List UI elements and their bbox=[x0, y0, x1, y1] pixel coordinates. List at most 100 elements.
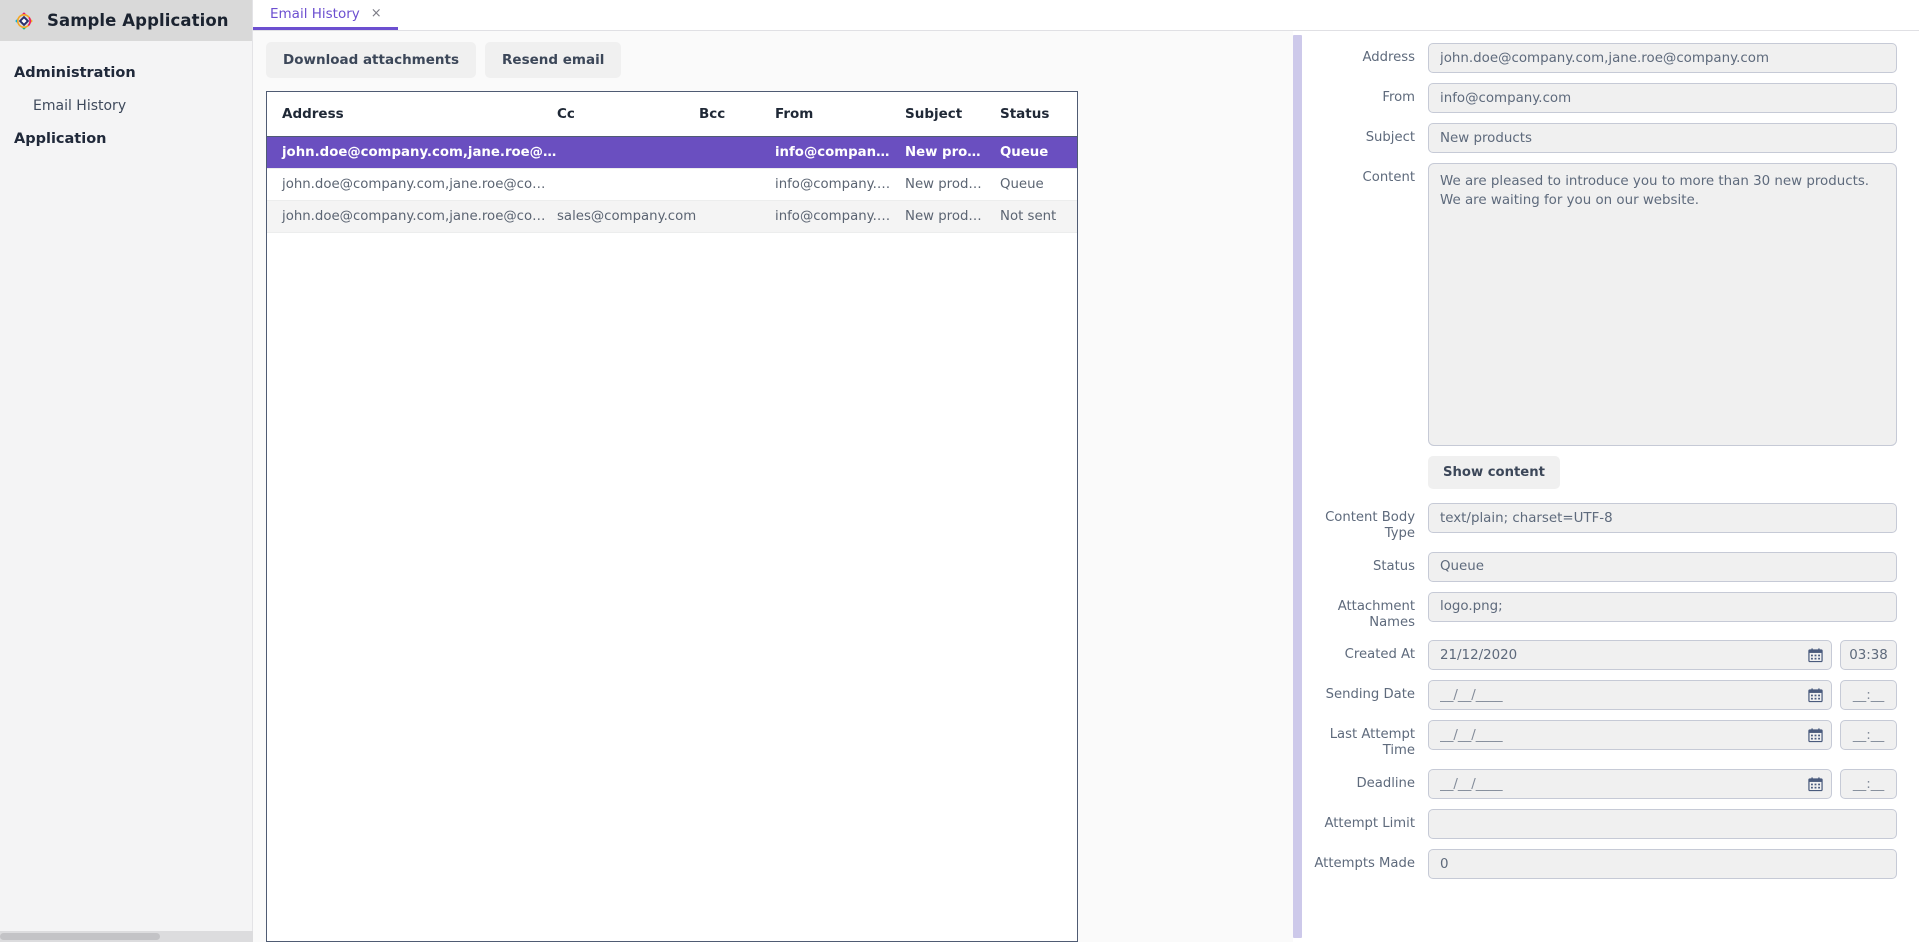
cell-from: info@company.com bbox=[739, 169, 894, 201]
field-row-attachment-names: Attachment Names bbox=[1314, 592, 1897, 631]
pane-splitter[interactable] bbox=[1293, 31, 1302, 942]
splitter-handle[interactable] bbox=[1293, 35, 1302, 938]
table-header-row: Address Cc Bcc From Subject Status bbox=[267, 92, 1078, 137]
show-content-button[interactable]: Show content bbox=[1428, 456, 1560, 489]
attachment-names-input[interactable] bbox=[1428, 592, 1897, 622]
label-created-at: Created At bbox=[1314, 640, 1428, 663]
status-input[interactable] bbox=[1428, 552, 1897, 582]
label-attempt-limit: Attempt Limit bbox=[1314, 809, 1428, 832]
field-row-subject: Subject bbox=[1314, 123, 1897, 153]
diamond-logo-icon bbox=[13, 10, 35, 32]
from-input[interactable] bbox=[1428, 83, 1897, 113]
sidebar-nav: Administration Email History Application bbox=[0, 41, 252, 942]
field-row-address: Address bbox=[1314, 43, 1897, 73]
sending-date-wrapper bbox=[1428, 680, 1832, 710]
table-row[interactable]: john.doe@company.com,jane.roe@company.co… bbox=[267, 137, 1078, 169]
tab-label: Email History bbox=[270, 6, 360, 22]
table-row[interactable]: john.doe@company.com,jane.roe@company.co… bbox=[267, 201, 1078, 233]
label-address: Address bbox=[1314, 43, 1428, 66]
calendar-icon[interactable] bbox=[1808, 688, 1823, 703]
field-row-show-content: Show content bbox=[1314, 456, 1897, 489]
cell-status: Queue bbox=[989, 169, 1078, 201]
calendar-icon[interactable] bbox=[1808, 777, 1823, 792]
label-status: Status bbox=[1314, 552, 1428, 575]
label-content-body-type: Content Body Type bbox=[1314, 503, 1428, 542]
main-area: Email History × Download attachments Res… bbox=[253, 0, 1919, 942]
label-deadline: Deadline bbox=[1314, 769, 1428, 792]
last-attempt-date-input[interactable] bbox=[1428, 720, 1832, 750]
sidebar-item-email-history[interactable]: Email History bbox=[0, 89, 252, 123]
label-from: From bbox=[1314, 83, 1428, 106]
label-attempts-made: Attempts Made bbox=[1314, 849, 1428, 872]
sidebar-horizontal-scrollbar[interactable] bbox=[0, 931, 253, 942]
cell-cc: sales@company.com bbox=[557, 201, 699, 233]
application-window: Sample Application Administration Email … bbox=[0, 0, 1919, 942]
sending-time-input[interactable] bbox=[1840, 680, 1897, 710]
deadline-date-input[interactable] bbox=[1428, 769, 1832, 799]
attempt-limit-input[interactable] bbox=[1428, 809, 1897, 839]
sidebar: Sample Application Administration Email … bbox=[0, 0, 253, 942]
field-row-content-body-type: Content Body Type bbox=[1314, 503, 1897, 542]
last-attempt-date-wrapper bbox=[1428, 720, 1832, 750]
table-empty-space bbox=[267, 233, 1077, 941]
cell-from: info@company.com bbox=[739, 137, 894, 169]
field-row-attempt-limit: Attempt Limit bbox=[1314, 809, 1897, 839]
table-body: john.doe@company.com,jane.roe@company.co… bbox=[267, 137, 1078, 233]
label-subject: Subject bbox=[1314, 123, 1428, 146]
sidebar-group-administration[interactable]: Administration bbox=[0, 57, 252, 89]
brand-header: Sample Application bbox=[0, 0, 252, 41]
cell-bcc bbox=[699, 169, 739, 201]
cell-bcc bbox=[699, 201, 739, 233]
cell-bcc bbox=[699, 137, 739, 169]
field-row-sending-date: Sending Date bbox=[1314, 680, 1897, 710]
label-content: Content bbox=[1314, 163, 1428, 186]
column-header-bcc[interactable]: Bcc bbox=[699, 92, 739, 137]
sending-date-input[interactable] bbox=[1428, 680, 1832, 710]
column-header-cc[interactable]: Cc bbox=[557, 92, 699, 137]
app-title: Sample Application bbox=[47, 11, 229, 30]
cell-cc bbox=[557, 169, 699, 201]
label-sending-date: Sending Date bbox=[1314, 680, 1428, 703]
column-header-from[interactable]: From bbox=[739, 92, 894, 137]
deadline-time-input[interactable] bbox=[1840, 769, 1897, 799]
cell-address: john.doe@company.com,jane.roe@company.co… bbox=[267, 169, 557, 201]
field-row-from: From bbox=[1314, 83, 1897, 113]
column-header-subject[interactable]: Subject bbox=[894, 92, 989, 137]
calendar-icon[interactable] bbox=[1808, 728, 1823, 743]
created-at-date-wrapper bbox=[1428, 640, 1832, 670]
resend-email-button[interactable]: Resend email bbox=[485, 42, 621, 78]
cell-cc bbox=[557, 137, 699, 169]
cell-status: Not sent bbox=[989, 201, 1078, 233]
content-body-type-input[interactable] bbox=[1428, 503, 1897, 533]
attempts-made-input[interactable] bbox=[1428, 849, 1897, 879]
last-attempt-time-input[interactable] bbox=[1840, 720, 1897, 750]
calendar-icon[interactable] bbox=[1808, 648, 1823, 663]
grid-toolbar: Download attachments Resend email bbox=[253, 42, 1293, 91]
content-textarea[interactable] bbox=[1428, 163, 1897, 446]
cell-address: john.doe@company.com,jane.roe@company.co… bbox=[267, 137, 557, 169]
cell-subject: New products bbox=[894, 201, 989, 233]
created-at-time-input[interactable] bbox=[1840, 640, 1897, 670]
cell-from: info@company.com bbox=[739, 201, 894, 233]
download-attachments-button[interactable]: Download attachments bbox=[266, 42, 476, 78]
email-detail-form: Address From Subject bbox=[1302, 31, 1919, 942]
created-at-date-input[interactable] bbox=[1428, 640, 1832, 670]
sidebar-group-application[interactable]: Application bbox=[0, 123, 252, 155]
label-last-attempt-time: Last Attempt Time bbox=[1314, 720, 1428, 759]
subject-input[interactable] bbox=[1428, 123, 1897, 153]
grid-pane: Download attachments Resend email Addres… bbox=[253, 31, 1293, 942]
field-row-attempts-made: Attempts Made bbox=[1314, 849, 1897, 879]
label-attachment-names: Attachment Names bbox=[1314, 592, 1428, 631]
cell-status: Queue bbox=[989, 137, 1078, 169]
deadline-date-wrapper bbox=[1428, 769, 1832, 799]
tab-email-history[interactable]: Email History × bbox=[253, 0, 398, 30]
cell-subject: New products bbox=[894, 137, 989, 169]
tab-bar: Email History × bbox=[253, 0, 1919, 31]
tab-close-icon[interactable]: × bbox=[371, 7, 382, 20]
field-row-content: Content bbox=[1314, 163, 1897, 446]
column-header-status[interactable]: Status bbox=[989, 92, 1078, 137]
address-input[interactable] bbox=[1428, 43, 1897, 73]
table-row[interactable]: john.doe@company.com,jane.roe@company.co… bbox=[267, 169, 1078, 201]
column-header-address[interactable]: Address bbox=[267, 92, 557, 137]
cell-address: john.doe@company.com,jane.roe@company.co… bbox=[267, 201, 557, 233]
